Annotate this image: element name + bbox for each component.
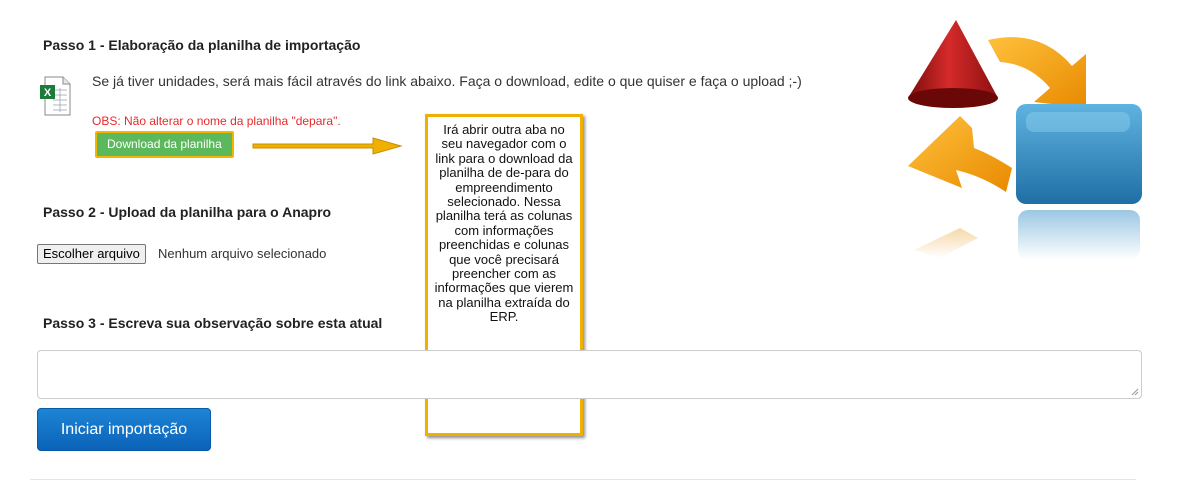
excel-file-icon: X [40, 76, 71, 116]
download-spreadsheet-button[interactable]: Download da planilha [95, 131, 234, 158]
step3-title: Passo 3 - Escreva sua observação sobre e… [43, 315, 383, 331]
sync-exchange-icon [908, 20, 1142, 260]
arrow-right-icon [252, 137, 403, 155]
file-status-text: Nenhum arquivo selecionado [158, 246, 327, 261]
divider [30, 479, 1136, 480]
choose-file-button[interactable]: Escolher arquivo [37, 244, 146, 264]
step1-obs-note: OBS: Não alterar o nome da planilha "dep… [92, 114, 341, 128]
step1-description: Se já tiver unidades, será mais fácil at… [92, 73, 802, 89]
start-import-button[interactable]: Iniciar importação [37, 408, 211, 451]
svg-text:X: X [44, 87, 52, 99]
step2-title: Passo 2 - Upload da planilha para o Anap… [43, 204, 332, 220]
observation-textarea[interactable] [37, 350, 1142, 399]
step1-title: Passo 1 - Elaboração da planilha de impo… [43, 37, 361, 53]
resize-grip-icon[interactable] [1131, 388, 1139, 396]
